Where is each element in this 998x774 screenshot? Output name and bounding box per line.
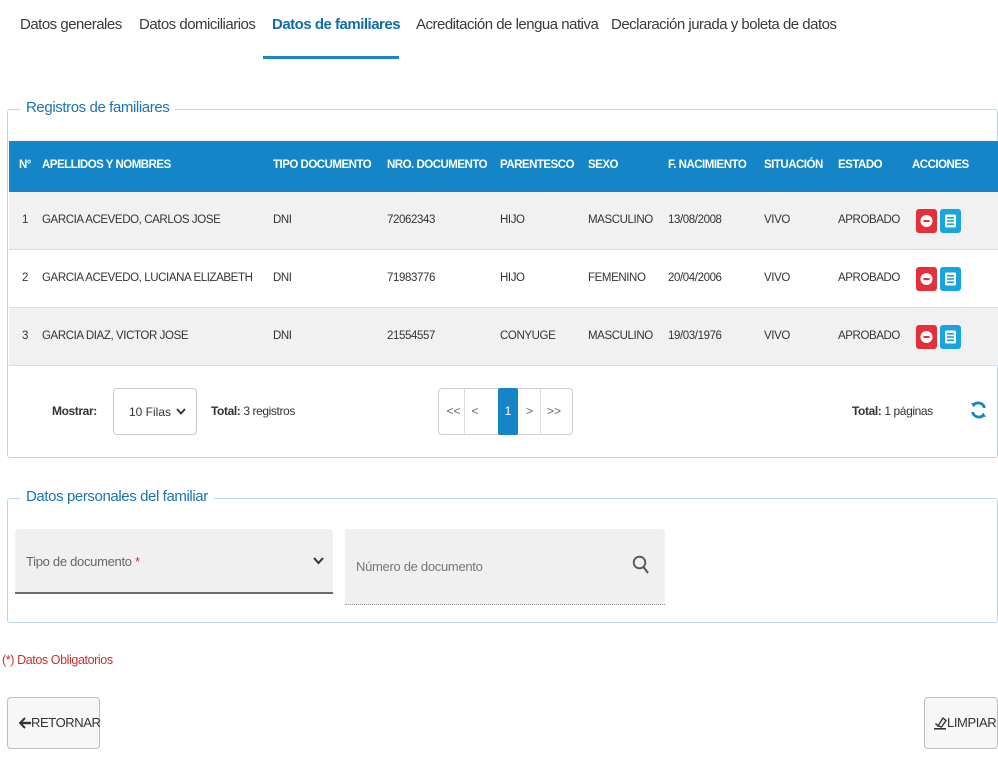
- cell-estado: APROBADO: [838, 272, 900, 284]
- prev-page-button[interactable]: <: [465, 389, 485, 434]
- col-acciones: ACCIONES: [912, 159, 969, 171]
- table-row: 3 GARCIA DIAZ, VICTOR JOSE DNI 21554557 …: [9, 308, 998, 366]
- detail-button[interactable]: [940, 325, 961, 349]
- cell-nro: 72062343: [387, 214, 435, 226]
- col-sexo: SEXO: [588, 159, 618, 171]
- search-icon[interactable]: [632, 555, 650, 575]
- cell-nombre: GARCIA ACEVEDO, LUCIANA ELIZABETH: [42, 272, 253, 284]
- next-page-button[interactable]: >: [519, 389, 541, 434]
- col-tipo-documento: TIPO DOCUMENTO: [273, 159, 372, 171]
- cell-tipo: DNI: [273, 330, 292, 342]
- refresh-icon[interactable]: [969, 400, 988, 420]
- cell-nro: 21554557: [387, 330, 435, 342]
- tab-datos-generales[interactable]: Datos generales: [20, 16, 122, 33]
- registros-legend: Registros de familiares: [20, 99, 176, 116]
- total-paginas-label: Total:: [852, 404, 882, 418]
- cell-nro: 71983776: [387, 272, 435, 284]
- cell-fecha: 19/03/1976: [668, 330, 722, 342]
- active-tab-indicator: [263, 56, 399, 59]
- delete-button[interactable]: [916, 325, 937, 349]
- total-registros: Total: 3 registros: [211, 404, 295, 418]
- total-registros-label: Total:: [211, 404, 241, 418]
- detail-button[interactable]: [940, 267, 961, 291]
- cell-sexo: MASCULINO: [588, 214, 653, 226]
- cell-parentesco: HIJO: [500, 214, 525, 226]
- col-numero: N°: [19, 159, 31, 171]
- limpiar-button[interactable]: LIMPIAR: [924, 697, 998, 749]
- pagination: << < 1 > >>: [438, 388, 573, 435]
- minus-circle-icon: [920, 331, 933, 343]
- tab-datos-familiares[interactable]: Datos de familiares: [272, 16, 401, 33]
- cell-estado: APROBADO: [838, 214, 900, 226]
- cell-numero: 1: [22, 214, 28, 226]
- cell-nombre: GARCIA DIAZ, VICTOR JOSE: [42, 330, 189, 342]
- cell-numero: 2: [22, 272, 28, 284]
- numero-documento-input[interactable]: Número de documento: [345, 529, 665, 605]
- list-icon: [945, 330, 956, 344]
- last-page-button[interactable]: >>: [543, 389, 565, 434]
- rows-per-page-select[interactable]: 10 Filas: [113, 388, 197, 435]
- delete-button[interactable]: [916, 267, 937, 291]
- numero-documento-placeholder: Número de documento: [356, 559, 483, 574]
- col-nro-documento: NRO. DOCUMENTO: [387, 159, 488, 171]
- table-row: 2 GARCIA ACEVEDO, LUCIANA ELIZABETH DNI …: [9, 250, 998, 308]
- list-icon: [945, 214, 956, 228]
- chevron-down-icon: [313, 557, 324, 565]
- page-1-button[interactable]: 1: [498, 388, 518, 435]
- retornar-button[interactable]: RETORNAR: [7, 697, 101, 749]
- cell-situacion: VIVO: [764, 214, 790, 226]
- col-estado: ESTADO: [838, 159, 883, 171]
- col-fecha-nacimiento: F. NACIMIENTO: [668, 159, 747, 171]
- delete-button[interactable]: [916, 209, 937, 233]
- eraser-icon: [934, 716, 947, 730]
- tab-acreditacion-lengua[interactable]: Acreditación de lengua nativa: [416, 16, 599, 33]
- table-header: N° APELLIDOS Y NOMBRES TIPO DOCUMENTO NR…: [9, 141, 998, 192]
- tab-bar: Datos generales Datos domiciliarios Dato…: [0, 0, 998, 59]
- cell-parentesco: CONYUGE: [500, 330, 556, 342]
- rows-per-page-value: 10 Filas: [129, 405, 172, 419]
- familiar-legend: Datos personales del familiar: [20, 488, 214, 505]
- chevron-down-icon: [176, 408, 186, 415]
- col-parentesco: PARENTESCO: [500, 159, 575, 171]
- tab-declaracion-jurada[interactable]: Declaración jurada y boleta de datos: [611, 16, 837, 33]
- total-registros-value: 3 registros: [243, 404, 295, 418]
- limpiar-label: LIMPIAR: [947, 715, 997, 730]
- cell-sexo: MASCULINO: [588, 330, 653, 342]
- cell-parentesco: HIJO: [500, 272, 525, 284]
- cell-situacion: VIVO: [764, 272, 790, 284]
- cell-sexo: FEMENINO: [588, 272, 646, 284]
- arrow-left-icon: [19, 717, 31, 729]
- minus-circle-icon: [920, 273, 933, 285]
- minus-circle-icon: [920, 215, 933, 227]
- list-icon: [945, 272, 956, 286]
- cell-situacion: VIVO: [764, 330, 790, 342]
- cell-fecha: 20/04/2006: [668, 272, 722, 284]
- cell-fecha: 13/08/2008: [668, 214, 722, 226]
- cell-nombre: GARCIA ACEVEDO, CARLOS JOSE: [42, 214, 221, 226]
- cell-estado: APROBADO: [838, 330, 900, 342]
- total-paginas: Total: 1 páginas: [852, 404, 933, 418]
- cell-tipo: DNI: [273, 214, 292, 226]
- cell-tipo: DNI: [273, 272, 292, 284]
- table-row: 1 GARCIA ACEVEDO, CARLOS JOSE DNI 720623…: [9, 192, 998, 250]
- detail-button[interactable]: [940, 209, 961, 233]
- tipo-documento-select[interactable]: Tipo de documento *: [15, 529, 333, 594]
- required-mark: *: [135, 554, 140, 569]
- retornar-label: RETORNAR: [31, 715, 101, 730]
- cell-numero: 3: [22, 330, 28, 342]
- required-fields-note: (*) Datos Obligatorios: [2, 653, 113, 667]
- mostrar-label: Mostrar:: [52, 404, 97, 418]
- col-apellidos-nombres: APELLIDOS Y NOMBRES: [42, 159, 171, 171]
- tab-datos-domiciliarios[interactable]: Datos domiciliarios: [139, 16, 256, 33]
- first-page-button[interactable]: <<: [443, 389, 465, 434]
- col-situacion: SITUACIÓN: [764, 159, 823, 171]
- tipo-documento-placeholder: Tipo de documento *: [26, 554, 140, 569]
- total-paginas-value: 1 páginas: [884, 404, 933, 418]
